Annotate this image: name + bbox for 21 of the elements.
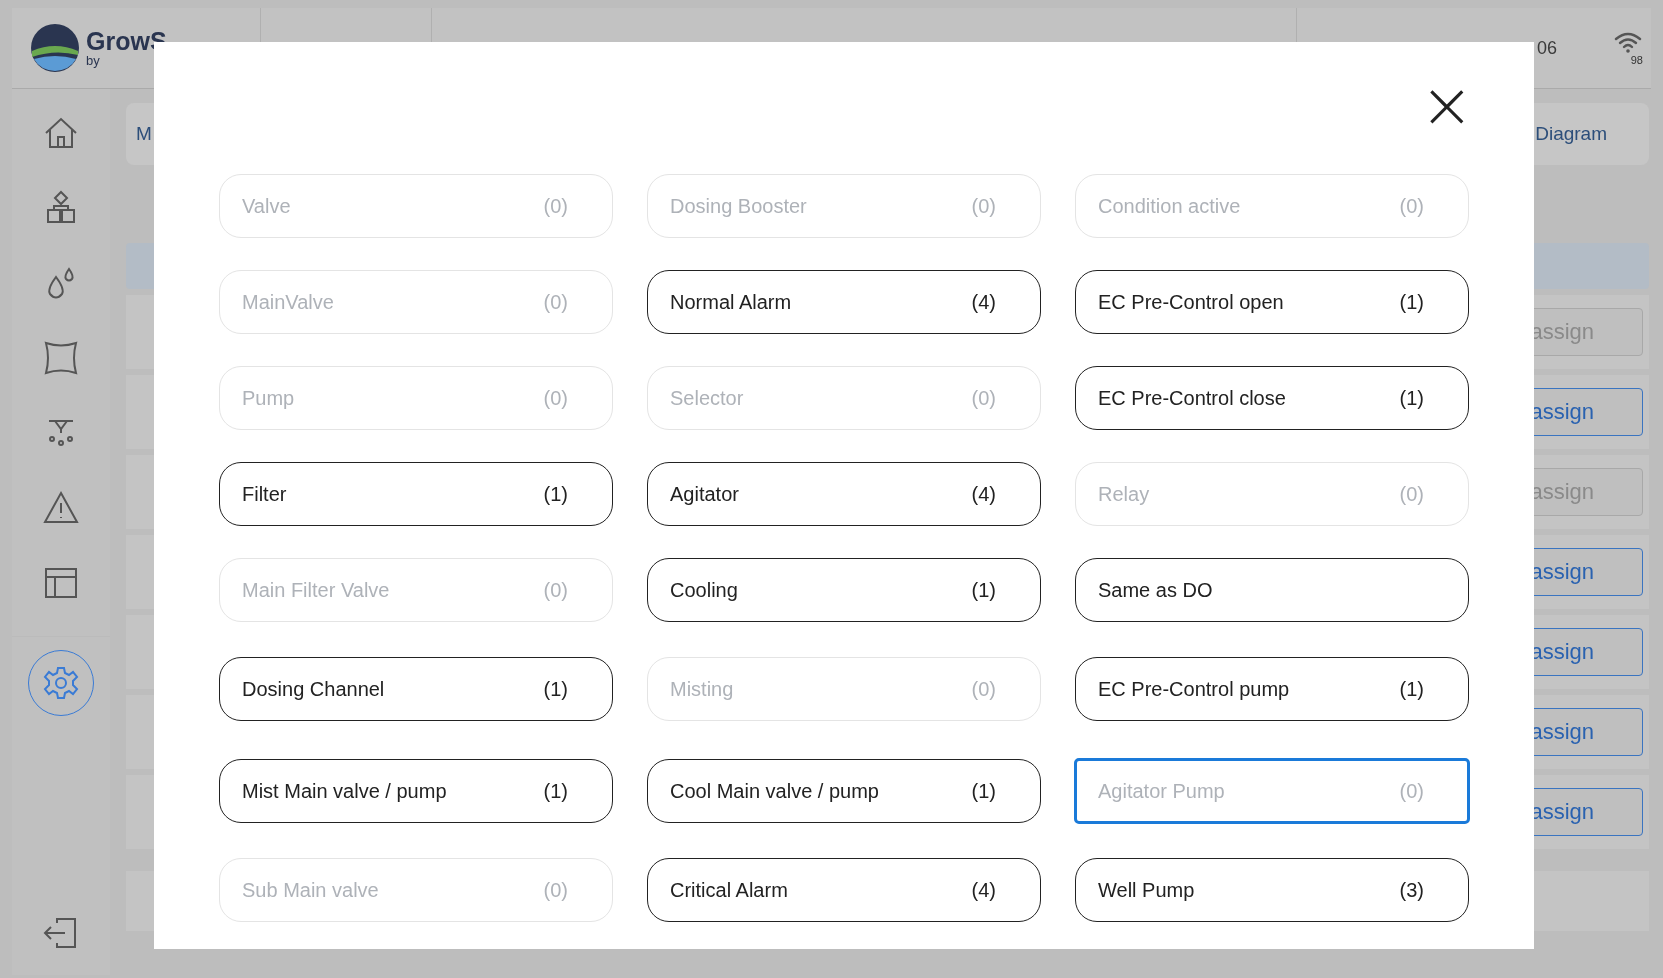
wifi-reading: 98 xyxy=(1630,54,1643,66)
logo-icon xyxy=(30,23,80,73)
category-option[interactable]: Well Pump (3) xyxy=(1075,858,1469,922)
category-option[interactable]: Same as DO xyxy=(1075,558,1469,622)
category-option[interactable]: Filter (1) xyxy=(219,462,613,526)
close-button[interactable]: × xyxy=(1420,78,1472,132)
category-option[interactable]: Cooling (1) xyxy=(647,558,1041,622)
category-option[interactable]: Normal Alarm (4) xyxy=(647,270,1041,334)
category-option[interactable]: Mist Main valve / pump (1) xyxy=(219,759,613,823)
category-option[interactable]: EC Pre-Control close (1) xyxy=(1075,366,1469,430)
category-option[interactable]: Dosing Channel (1) xyxy=(219,657,613,721)
tab[interactable]: M xyxy=(134,123,154,145)
category-option[interactable]: Cool Main valve / pump (1) xyxy=(647,759,1041,823)
category-option[interactable]: EC Pre-Control pump (1) xyxy=(1075,657,1469,721)
category-option[interactable]: EC Pre-Control open (1) xyxy=(1075,270,1469,334)
tab[interactable]: Diagram xyxy=(1533,123,1609,145)
clock-text: 06 xyxy=(1536,37,1557,59)
wifi-icon xyxy=(1613,30,1643,54)
category-option[interactable]: Agitator (4) xyxy=(647,462,1041,526)
logo-subtitle: by xyxy=(86,54,101,67)
category-option[interactable]: Critical Alarm (4) xyxy=(647,858,1041,922)
